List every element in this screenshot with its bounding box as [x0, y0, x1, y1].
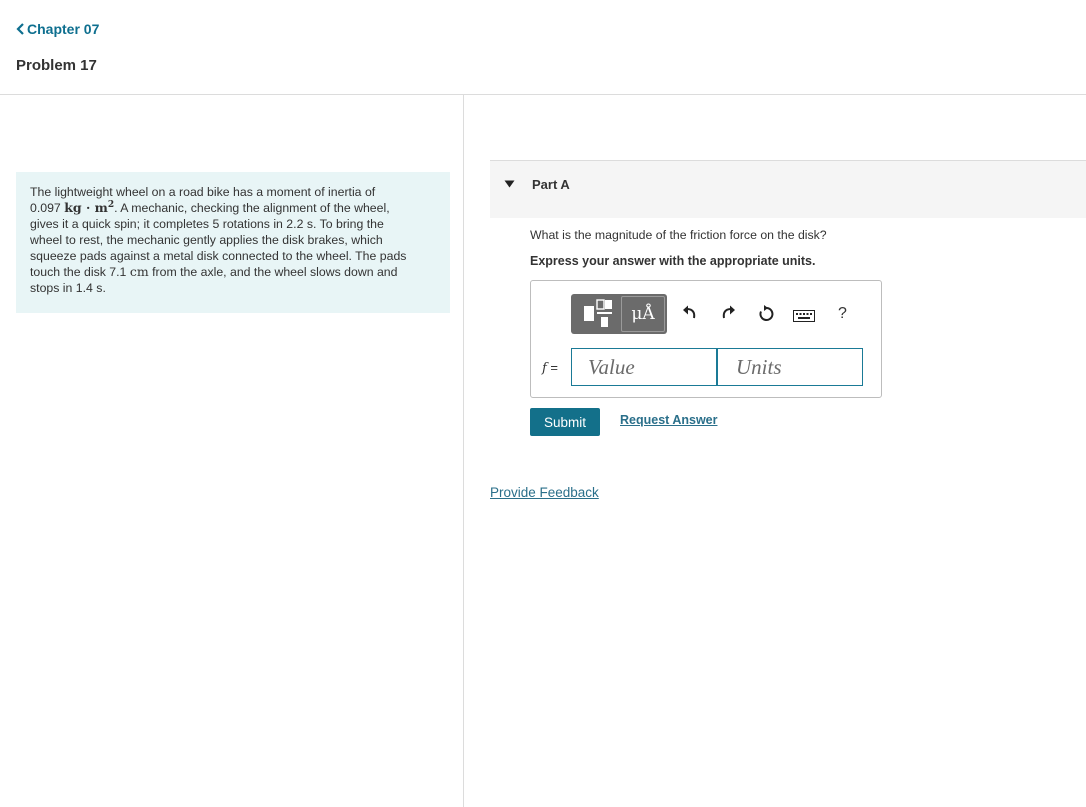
- request-answer-link[interactable]: Request Answer: [620, 413, 717, 427]
- problem-text: stops in 1.4 s.: [30, 281, 106, 295]
- chevron-left-icon: [16, 23, 24, 35]
- problem-text: squeeze pads against a metal disk connec…: [30, 249, 407, 263]
- problem-text: . A mechanic, checking the alignment of …: [114, 201, 390, 215]
- unit-math: kg · m2: [64, 199, 115, 215]
- problem-text: from the axle, and the wheel slows down …: [148, 265, 398, 279]
- redo-icon[interactable]: [720, 305, 736, 321]
- templates-button[interactable]: [573, 296, 620, 332]
- templates-icon: [584, 299, 612, 327]
- back-link-label: Chapter 07: [27, 21, 100, 37]
- problem-text: The lightweight wheel on a road bike has…: [30, 185, 376, 199]
- keyboard-icon[interactable]: [793, 310, 815, 322]
- problem-text: touch the disk 7.1: [30, 265, 130, 279]
- reset-icon[interactable]: [758, 305, 775, 322]
- problem-text: wheel to rest, the mechanic gently appli…: [30, 233, 383, 247]
- template-toolbar-group: μÅ: [571, 294, 667, 334]
- submit-button[interactable]: Submit: [530, 408, 600, 436]
- instruction-text: Express your answer with the appropriate…: [530, 254, 816, 268]
- problem-title: Problem 17: [16, 57, 97, 74]
- problem-statement: The lightweight wheel on a road bike has…: [16, 172, 450, 313]
- problem-text: 0.097: [30, 201, 65, 215]
- undo-icon[interactable]: [682, 305, 698, 321]
- part-title: Part A: [532, 177, 570, 192]
- unit-math: cm: [129, 264, 149, 279]
- question-text: What is the magnitude of the friction fo…: [530, 228, 827, 242]
- part-a-header[interactable]: Part A: [490, 160, 1086, 218]
- value-input[interactable]: [571, 348, 717, 386]
- help-icon[interactable]: ?: [838, 305, 847, 323]
- units-input[interactable]: [717, 348, 863, 386]
- back-to-chapter-link[interactable]: Chapter 07: [16, 21, 99, 37]
- problem-text: gives it a quick spin; it completes 5 ro…: [30, 217, 384, 231]
- top-navigation: Chapter 07 Problem 17: [0, 0, 1086, 95]
- units-button[interactable]: μÅ: [621, 296, 665, 332]
- answer-variable-label: f =: [542, 360, 559, 376]
- provide-feedback-link[interactable]: Provide Feedback: [490, 485, 599, 500]
- triangle-down-icon[interactable]: [504, 180, 515, 188]
- answer-editor: μÅ ? f =: [530, 280, 882, 398]
- pane-divider: [463, 94, 464, 807]
